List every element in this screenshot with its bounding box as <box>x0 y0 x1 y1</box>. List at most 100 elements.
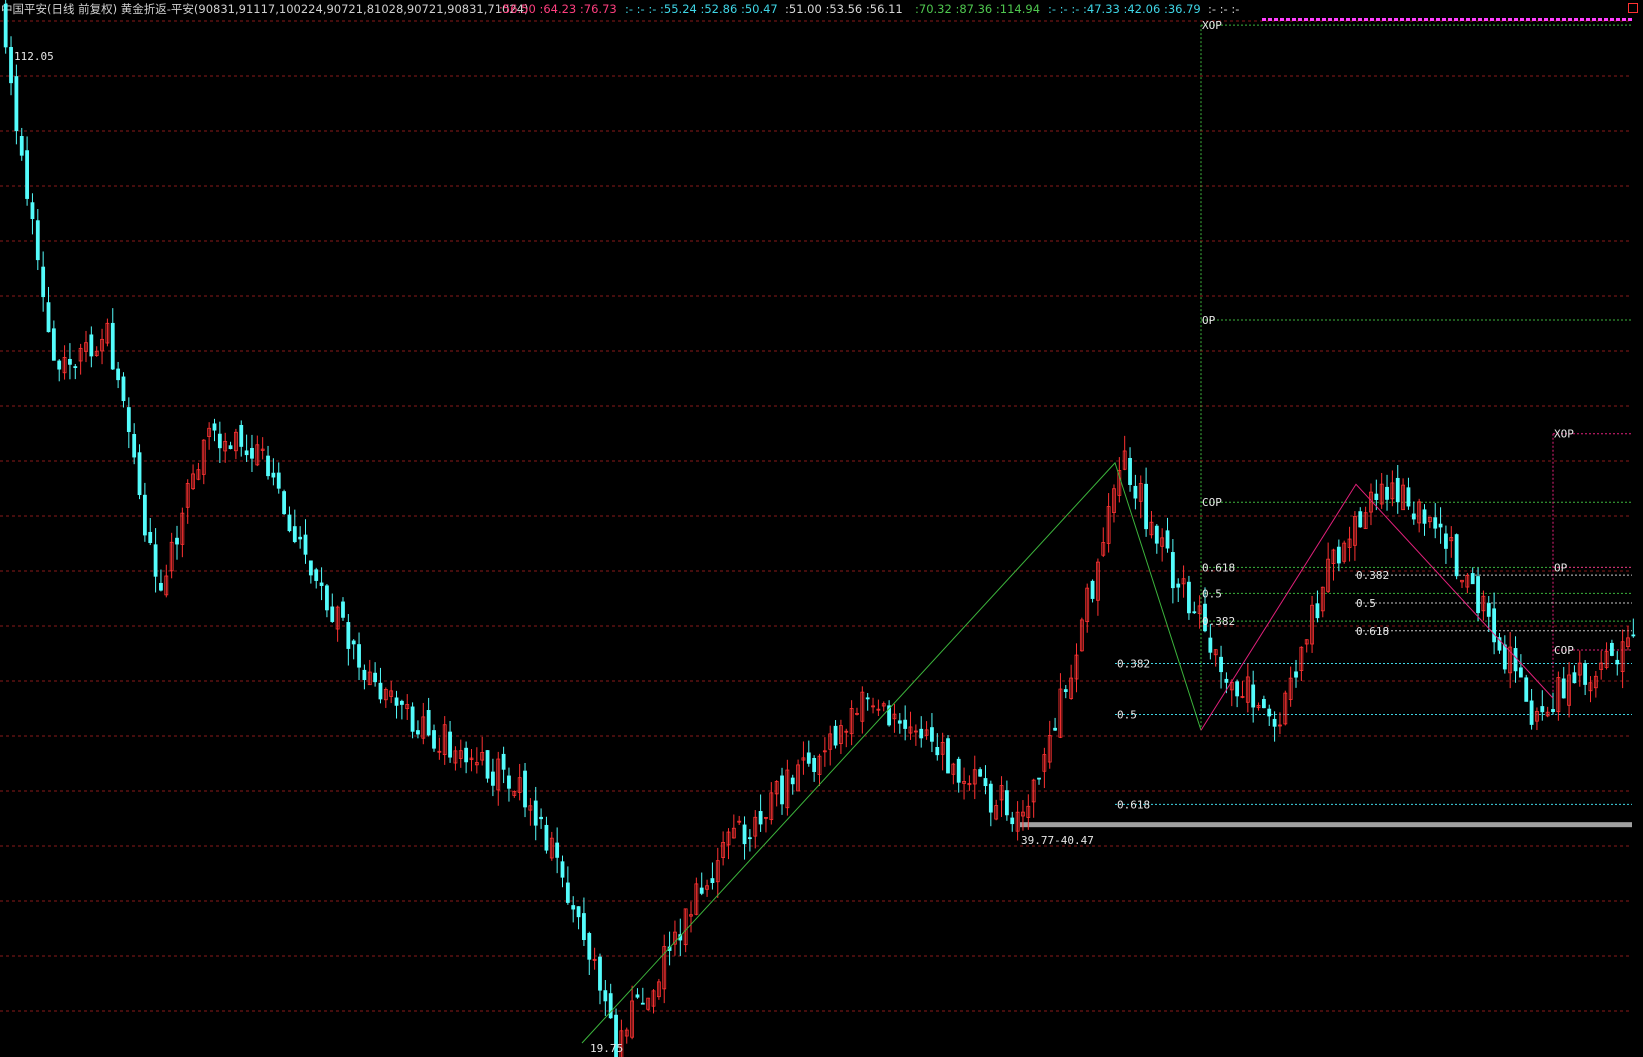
xop-marker <box>1382 18 1386 21</box>
xop-marker <box>1406 18 1410 21</box>
xop-marker <box>1496 18 1500 21</box>
candle-body <box>308 560 313 576</box>
candle-body <box>292 526 297 543</box>
xop-marker <box>1544 18 1548 21</box>
candle-body <box>533 800 538 826</box>
candle-body <box>1518 667 1523 678</box>
candle-body <box>1524 677 1529 702</box>
candle-body <box>330 606 335 622</box>
green-0.5-label: 0.5 <box>1202 587 1222 600</box>
candle-body <box>1187 581 1191 614</box>
candle-body <box>1053 727 1057 731</box>
candle-body <box>507 775 511 789</box>
candle-body <box>576 906 581 918</box>
xop-marker <box>1340 18 1344 21</box>
candle-body <box>351 640 356 645</box>
xop-marker <box>1526 18 1530 21</box>
green-0.382-label: 0.382 <box>1202 615 1235 628</box>
support-zone-label: 39.77-40.47 <box>1021 834 1094 847</box>
candle-body <box>539 816 543 820</box>
candle-body <box>758 811 763 825</box>
candle-body <box>448 731 452 758</box>
xop-marker <box>1592 18 1596 21</box>
candle-body <box>121 376 126 402</box>
price-chart[interactable]: XOP OP COP 0.618 0.5 0.382 0.382 0.5 0.618 XOP OP C… <box>0 0 1643 1057</box>
candle-body <box>239 424 244 447</box>
candle-body <box>1438 523 1443 528</box>
candle-body <box>1224 678 1229 683</box>
low-price-label: 19.75 <box>590 1042 623 1055</box>
candle-body <box>608 993 613 1019</box>
candle-body <box>1476 576 1480 614</box>
candle-body <box>1336 546 1341 564</box>
candle-body <box>110 322 115 370</box>
candle-body <box>1176 583 1181 588</box>
candle-body <box>988 783 993 813</box>
candle-body <box>1454 534 1459 577</box>
xop-marker <box>1412 18 1416 21</box>
candle-body <box>897 720 902 724</box>
candle-body <box>1540 706 1545 713</box>
candle-body <box>346 622 351 649</box>
xop-marker <box>1604 18 1608 21</box>
candle-body <box>57 360 62 370</box>
candle-body <box>464 747 469 763</box>
candle-body <box>635 994 640 998</box>
candle-body <box>571 905 576 910</box>
candle-body <box>126 407 131 433</box>
xop-marker <box>1310 18 1314 21</box>
xop-marker <box>1628 18 1632 21</box>
xop-marker <box>1370 18 1374 21</box>
candle-body <box>1470 573 1475 585</box>
candle-body <box>1561 678 1566 699</box>
candle-body <box>73 366 78 368</box>
candle-body <box>357 644 361 668</box>
candle-body <box>1219 656 1223 673</box>
candle-body <box>1063 689 1068 692</box>
candle-body <box>410 706 415 732</box>
candle-body <box>394 697 399 706</box>
candle-body <box>41 266 46 298</box>
fib-levels <box>1020 18 1632 828</box>
candle-body <box>1492 608 1497 643</box>
green-0.618-label: 0.618 <box>1202 561 1235 574</box>
candle-body <box>1411 513 1416 520</box>
candle-body <box>1395 477 1400 503</box>
candle-body <box>314 569 319 581</box>
candle-body <box>582 913 586 941</box>
xop-marker <box>1562 18 1566 21</box>
xop-marker <box>1358 18 1362 21</box>
candle-body <box>217 433 222 449</box>
candle-body <box>19 136 24 156</box>
candle-body <box>3 3 8 48</box>
white-0.382-label: 0.382 <box>1356 569 1389 582</box>
xop-marker <box>1454 18 1458 21</box>
candle-body <box>930 727 934 742</box>
xop-marker <box>1316 18 1320 21</box>
candle-body <box>1631 634 1636 637</box>
xop-marker <box>1514 18 1518 21</box>
xop-marker <box>1364 18 1368 21</box>
candle-body <box>132 434 137 458</box>
candle-body <box>806 752 811 764</box>
candle-body <box>1572 672 1577 684</box>
xop-marker <box>1616 18 1620 21</box>
xop-marker <box>1520 18 1524 21</box>
support-zone-bar <box>1020 822 1632 828</box>
candle-body <box>1551 709 1555 712</box>
candle-body <box>266 455 270 477</box>
candle-body <box>9 47 13 84</box>
magenta-XOP-label: XOP <box>1554 428 1574 441</box>
candle-body <box>287 514 292 532</box>
candle-body <box>780 775 784 805</box>
candle-body <box>148 531 153 544</box>
candle-body <box>812 758 817 772</box>
candle-body <box>432 730 436 749</box>
xop-marker <box>1448 18 1452 21</box>
candle-body <box>935 747 940 756</box>
candle-body <box>865 697 870 700</box>
xop-marker <box>1478 18 1482 21</box>
candle-body <box>1513 648 1518 672</box>
candle-body <box>378 682 383 700</box>
xop-marker <box>1298 18 1302 21</box>
